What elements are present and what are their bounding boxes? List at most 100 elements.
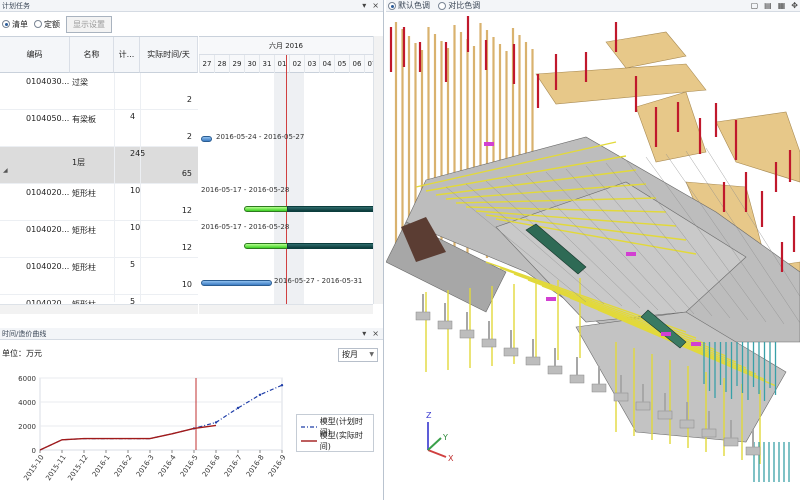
gantt-day-label: 30 [244, 55, 259, 73]
cell-name: 有梁板 [72, 115, 96, 124]
table-row[interactable]: 1层 245 65 ◢ [0, 147, 198, 184]
gantt-day-label: 27 [199, 55, 214, 73]
radio-contrast-color[interactable]: 对比色调 [438, 0, 480, 12]
gantt-chart: 六月 2016 272829303101020304050607 2016-05… [199, 36, 373, 304]
gantt-day-label: 28 [214, 55, 229, 73]
table-row[interactable]: 0104020... 矩形柱 10 12 [0, 221, 198, 258]
cell-count: 245 [130, 149, 146, 158]
footing [679, 419, 695, 429]
table-horizontal-scrollbar[interactable] [0, 304, 198, 314]
building-3d-model[interactable]: Z Y X [386, 12, 800, 500]
cell-days: 12 [181, 206, 192, 215]
x-tick-label: 2015-10 [22, 454, 45, 483]
cell-code: 0104020... [26, 262, 70, 271]
chevron-down-icon: ▼ [369, 351, 374, 358]
period-select[interactable]: 按月 ▼ [338, 348, 378, 362]
gantt-task-bar[interactable] [201, 136, 212, 142]
model-view-pane: 默认色调 对比色调 ▢ ▤ ▦ ✥ Z Y X [386, 0, 800, 500]
close-icon[interactable]: × [372, 329, 379, 338]
close-icon[interactable]: × [372, 1, 379, 10]
show-settings-button[interactable]: 显示设置 [66, 15, 112, 33]
window-icon[interactable]: ▢ [751, 1, 759, 10]
radio-dot-icon [388, 2, 396, 10]
table-row[interactable]: 0104020... 矩形柱 10 12 [0, 184, 198, 221]
x-tick-label: 2016-1 [91, 454, 112, 479]
cell-name: 矩形柱 [72, 263, 96, 272]
cell-count: 10 [130, 186, 141, 195]
x-tick-label: 2016-4 [157, 453, 178, 478]
gantt-month-label: 六月 2016 [199, 37, 373, 55]
footing [591, 383, 607, 393]
axis-label: Z [426, 411, 432, 420]
plan-panel-titlebar: 计划任务 ▾ × [0, 0, 383, 12]
radio-default-color[interactable]: 默认色调 [388, 0, 430, 12]
gantt-horizontal-scrollbar[interactable] [199, 304, 373, 314]
cell-days: 2 [186, 132, 192, 141]
table-row[interactable]: 0104050... 有梁板 4 2 [0, 110, 198, 147]
chart-legend: 模型(计划时间) 模型(实际时间) [296, 414, 374, 452]
move-icon[interactable]: ✥ [791, 1, 798, 10]
expand-icon[interactable]: ◢ [3, 167, 8, 174]
gantt-vertical-scrollbar[interactable] [373, 36, 383, 304]
gantt-today-line [286, 55, 287, 304]
table-row[interactable]: 0104020...矩形柱 5 10 [0, 258, 198, 295]
gantt-day-label: 03 [304, 55, 319, 73]
copy-icon[interactable]: ▤ [764, 1, 772, 10]
column-header-name[interactable]: 名称 [70, 37, 114, 73]
y-tick-label: 6000 [18, 375, 36, 383]
model-view-toolbar: 默认色调 对比色调 ▢ ▤ ▦ ✥ [386, 0, 800, 12]
gantt-day-label: 31 [259, 55, 274, 73]
table-row[interactable]: 0104030... 过梁 2 [0, 73, 198, 110]
gantt-task-bar[interactable] [287, 206, 373, 212]
task-table: 编码 名称 计... 实际时间/天 0104030... 过梁 2 0104050..… [0, 36, 198, 316]
upper-beam [715, 111, 800, 183]
footing [569, 374, 585, 384]
equipment-marker [691, 342, 701, 346]
cell-days: 65 [181, 169, 192, 178]
gantt-day-label: 29 [229, 55, 244, 73]
cell-name: 1层 [72, 158, 86, 167]
plan-toolbar: 清单 定额 显示设置 [0, 13, 383, 35]
gantt-task-bar[interactable] [244, 243, 289, 249]
upper-beam [605, 31, 687, 69]
cell-code: 0104030... [26, 77, 70, 86]
pin-icon[interactable]: ▾ [362, 1, 366, 10]
column-header-count[interactable]: 计... [114, 37, 140, 73]
cell-code: 0104020... [26, 188, 70, 197]
radio-bill[interactable]: 清单 [2, 19, 28, 30]
stair-ramp [635, 91, 707, 163]
cell-days: 2 [186, 95, 192, 104]
radio-dot-icon [438, 2, 447, 10]
pin-icon[interactable]: ▾ [362, 329, 366, 338]
unit-label: 单位：万元 [2, 349, 42, 358]
radio-dot-icon [34, 20, 42, 28]
curve-panel-titlebar: 时间/造价曲线 ▾ × [0, 328, 383, 340]
footing [657, 410, 673, 420]
series-point [280, 384, 284, 387]
cell-count: 10 [130, 223, 141, 232]
legend-item-actual: 模型(实际时间) [301, 431, 363, 451]
footing [459, 329, 475, 339]
x-tick-label: 2016-3 [135, 454, 156, 479]
y-tick-label: 4000 [18, 399, 36, 407]
save-icon[interactable]: ▦ [778, 1, 786, 10]
gantt-task-bar[interactable] [287, 243, 373, 249]
y-tick-label: 2000 [18, 423, 36, 431]
cell-name: 过梁 [72, 78, 88, 87]
cell-name: 矩形柱 [72, 226, 96, 235]
footing [415, 311, 431, 321]
column-header-days[interactable]: 实际时间/天 [140, 37, 198, 73]
gantt-day-label: 05 [334, 55, 349, 73]
axis-label: X [448, 454, 454, 463]
gantt-day-label: 07 [364, 55, 373, 73]
gantt-task-bar[interactable] [201, 280, 272, 286]
gantt-day-label: 02 [289, 55, 304, 73]
axis-label: Y [442, 433, 448, 442]
radio-quota[interactable]: 定额 [34, 19, 60, 30]
footing [723, 437, 739, 447]
footing [613, 392, 629, 402]
gantt-task-bar[interactable] [244, 206, 289, 212]
footing [701, 428, 717, 438]
footing [525, 356, 541, 366]
column-header-code[interactable]: 编码 [0, 37, 70, 73]
